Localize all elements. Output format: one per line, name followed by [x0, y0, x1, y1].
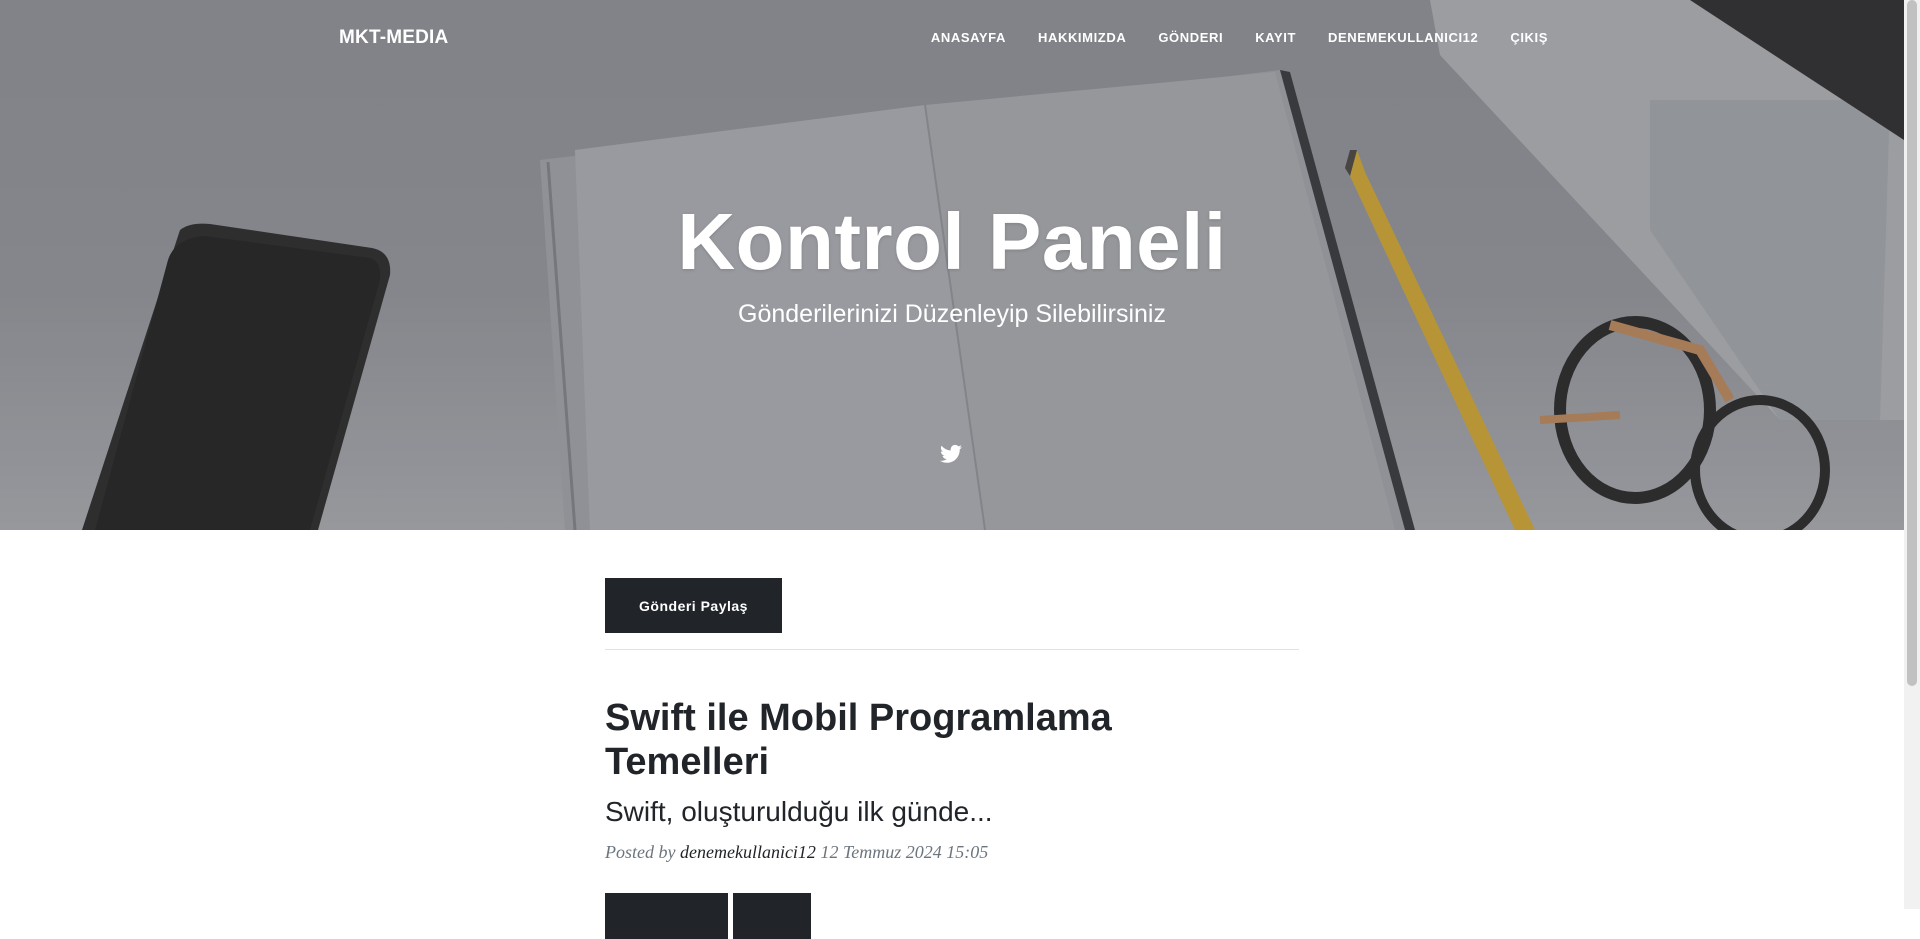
scrollbar[interactable] — [1904, 0, 1920, 909]
hero-header: MKT-MEDIA ANASAYFA HAKKIMIZDA GÖNDERI KA… — [0, 0, 1904, 530]
post-actions — [605, 893, 1299, 939]
page-title: Kontrol Paneli — [677, 197, 1227, 286]
edit-post-button[interactable] — [605, 893, 728, 939]
nav-item-anasayfa[interactable]: ANASAYFA — [915, 30, 1022, 45]
posted-by-label: Posted by — [605, 842, 676, 862]
main-content: Gönderi Paylaş Swift ile Mobil Programla… — [605, 578, 1299, 939]
post-author-link[interactable]: denemekullanici12 — [680, 842, 816, 862]
twitter-icon[interactable] — [940, 444, 962, 464]
nav-item-gonderi[interactable]: GÖNDERI — [1142, 30, 1239, 45]
nav-item-user[interactable]: DENEMEKULLANICI12 — [1312, 30, 1494, 45]
post-subtitle[interactable]: Swift, oluşturulduğu ilk günde... — [605, 796, 1299, 828]
nav-item-kayit[interactable]: KAYIT — [1239, 30, 1312, 45]
divider — [605, 649, 1299, 650]
scrollbar-thumb[interactable] — [1907, 0, 1917, 686]
page-subtitle: Gönderilerinizi Düzenleyip Silebilirsini… — [738, 300, 1166, 328]
delete-post-button[interactable] — [733, 893, 811, 939]
post-meta: Posted by denemekullanici12 12 Temmuz 20… — [605, 842, 1299, 863]
nav-item-logout[interactable]: ÇIKIŞ — [1494, 30, 1548, 45]
navbar: MKT-MEDIA ANASAYFA HAKKIMIZDA GÖNDERI KA… — [0, 0, 1904, 76]
post-preview: Swift ile Mobil Programlama Temelleri Sw… — [605, 696, 1299, 939]
post-title[interactable]: Swift ile Mobil Programlama Temelleri — [605, 696, 1165, 784]
share-post-button[interactable]: Gönderi Paylaş — [605, 578, 782, 633]
post-date: 12 Temmuz 2024 15:05 — [820, 842, 989, 862]
nav-menu: ANASAYFA HAKKIMIZDA GÖNDERI KAYIT DENEME… — [915, 30, 1548, 45]
brand-logo[interactable]: MKT-MEDIA — [339, 27, 448, 49]
nav-item-hakkimizda[interactable]: HAKKIMIZDA — [1022, 30, 1142, 45]
